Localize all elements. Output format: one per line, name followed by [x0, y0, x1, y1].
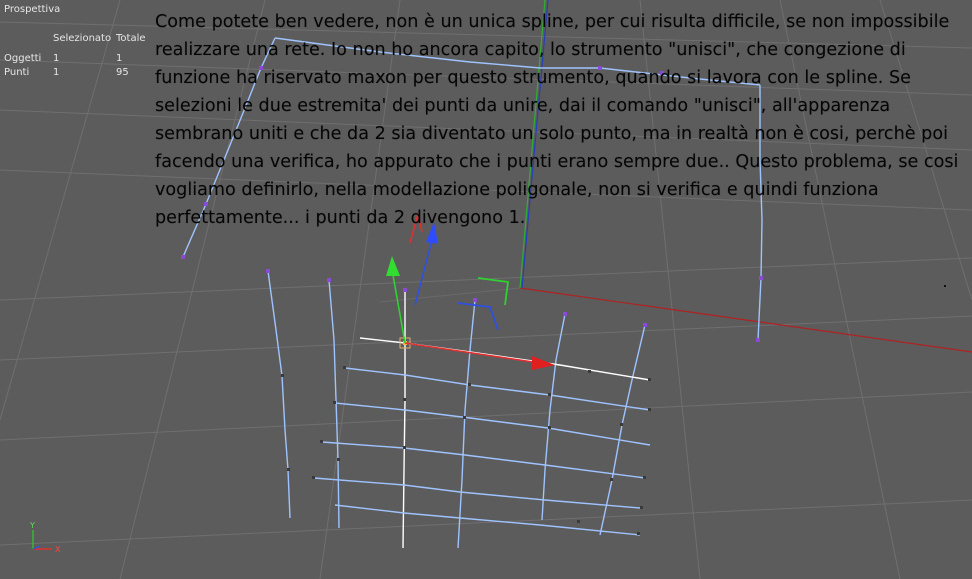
gizmo-y-axis[interactable]: [392, 274, 406, 344]
stats-header-selected: Selezionato: [53, 33, 112, 44]
stats-points-total: 95: [116, 67, 129, 78]
grid-horizontal-splines[interactable]: [313, 337, 651, 536]
world-x-axis: [519, 287, 972, 353]
gizmo-x-axis[interactable]: [404, 342, 541, 364]
spline-point[interactable]: [181, 255, 185, 259]
viewport-title[interactable]: Prospettiva: [4, 3, 60, 16]
spline-point[interactable]: [756, 338, 760, 342]
stats-objects-label: Oggetti: [4, 53, 42, 64]
spline-point[interactable]: [759, 276, 763, 280]
stats-points-label: Punti: [4, 67, 30, 78]
gizmo-x-arrow[interactable]: [532, 356, 555, 370]
stats-points-selected: 1: [53, 67, 60, 78]
stats-objects-selected: 1: [53, 53, 60, 64]
orientation-axes: Y X: [29, 521, 61, 554]
stray-point: [944, 285, 946, 287]
gizmo-y-arrow[interactable]: [386, 256, 400, 276]
grid-vertical-splines[interactable]: [267, 270, 646, 549]
perspective-viewport[interactable]: Y X Prospettiva Selezionato Totale Ogget…: [0, 0, 972, 579]
world-axis-extension: [379, 287, 521, 303]
stats-header-total: Totale: [116, 33, 146, 44]
orientation-x-label: X: [55, 545, 61, 554]
annotation-text: Come potete ben vedere, non è un unica s…: [155, 12, 959, 228]
stats-objects-total: 1: [116, 53, 123, 64]
gizmo-yz-plane-handle[interactable]: [457, 302, 499, 331]
gizmo-z-axis[interactable]: [414, 239, 433, 306]
orientation-y-label: Y: [29, 521, 35, 530]
